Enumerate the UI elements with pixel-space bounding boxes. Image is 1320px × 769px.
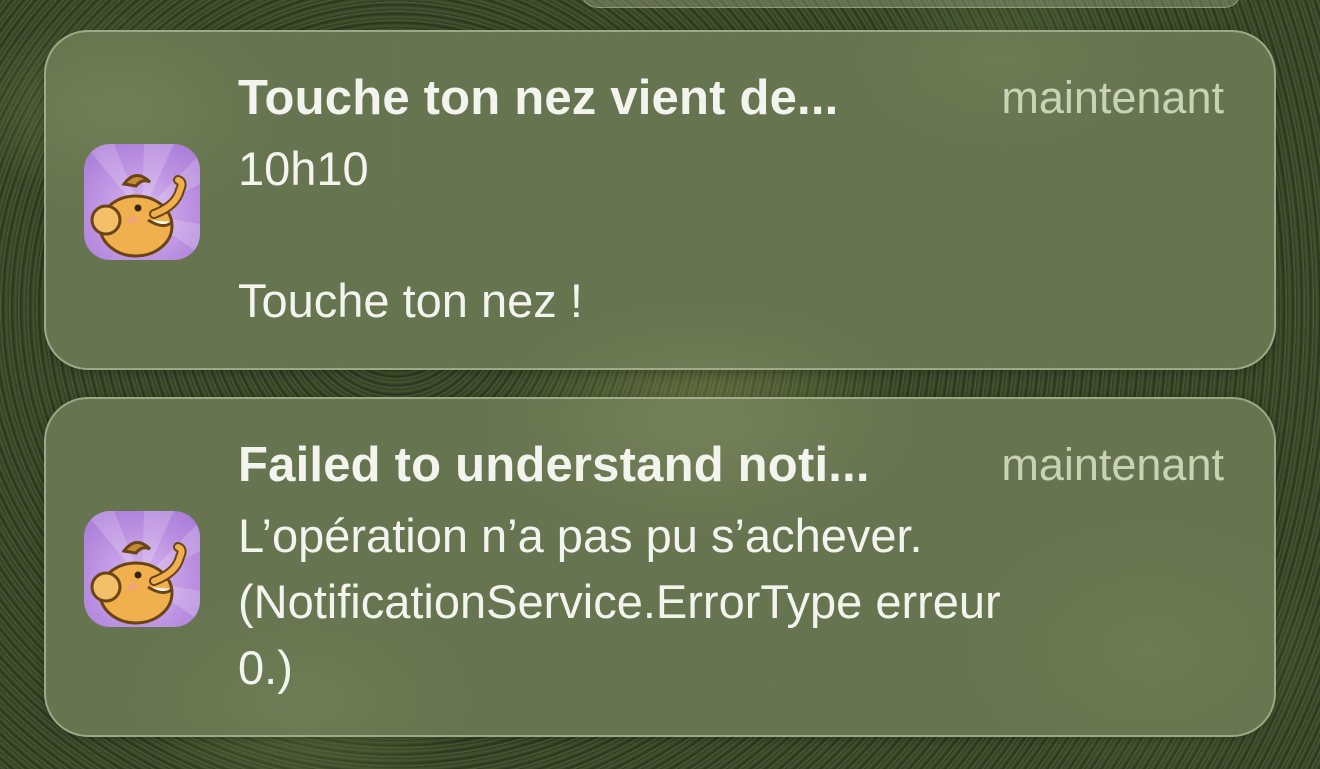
notification-body-line: Touche ton nez ! — [238, 274, 583, 327]
notification-time: maintenant — [1001, 439, 1224, 490]
elephant-app-icon — [84, 511, 200, 627]
notification-body: L’opération n’a pas pu s’achever. (Notif… — [238, 503, 1238, 701]
notification-body-line: L’opération n’a pas pu s’achever. — [238, 509, 923, 562]
notification-card-2[interactable]: Failed to understand noti... maintenant … — [44, 397, 1276, 737]
elephant-app-icon — [84, 144, 200, 260]
notification-body: 10h10 Touche ton nez ! — [238, 136, 1238, 334]
notification-title: Failed to understand noti... — [238, 438, 870, 492]
notification-body-line: (NotificationService.ErrorType erreur — [238, 575, 1001, 628]
notification-card-1[interactable]: Touche ton nez vient de... maintenant 10… — [44, 30, 1276, 370]
notification-body-line — [238, 202, 1238, 268]
notification-body-line: 0.) — [238, 641, 293, 694]
notification-title: Touche ton nez vient de... — [238, 71, 839, 125]
notification-time: maintenant — [1001, 72, 1224, 123]
notification-body-line: 10h10 — [238, 142, 369, 195]
previous-notification-edge — [580, 0, 1242, 8]
